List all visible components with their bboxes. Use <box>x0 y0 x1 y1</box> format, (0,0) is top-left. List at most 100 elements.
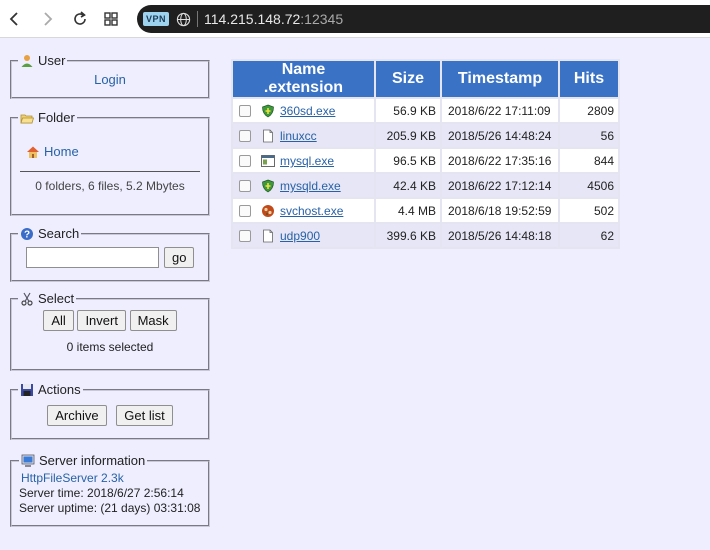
actions-legend-text: Actions <box>38 382 81 397</box>
row-checkbox[interactable] <box>239 104 251 117</box>
shield-icon <box>261 179 275 193</box>
get-list-button[interactable]: Get list <box>116 405 173 426</box>
file-size-cell: 4.4 MB <box>376 199 440 222</box>
search-panel: ? Search go <box>10 226 210 282</box>
file-link[interactable]: 360sd.exe <box>280 104 335 118</box>
back-arrow-icon <box>9 12 18 26</box>
table-row: svchost.exe 4.4 MB 2018/6/18 19:52:59 502 <box>233 199 618 222</box>
computer-icon <box>21 454 35 467</box>
file-link[interactable]: linuxcc <box>280 129 317 143</box>
svg-text:?: ? <box>24 229 30 240</box>
search-panel-legend: ? Search <box>18 226 81 241</box>
file-name-cell: 360sd.exe <box>233 99 374 122</box>
select-panel-legend: Select <box>18 291 76 306</box>
server-software-link[interactable]: HttpFileServer 2.3k <box>21 471 124 485</box>
folder-summary: 0 folders, 6 files, 5.2 Mbytes <box>35 179 185 193</box>
file-name-cell: udp900 <box>233 224 374 247</box>
row-checkbox[interactable] <box>239 204 251 217</box>
tabs-grid-button[interactable] <box>99 7 123 31</box>
select-panel: Select All Invert Mask 0 items selected <box>10 291 210 371</box>
folder-open-icon <box>20 114 34 123</box>
file-icon <box>261 129 275 143</box>
file-hits-cell: 502 <box>560 199 618 222</box>
file-name-cell: svchost.exe <box>233 199 374 222</box>
url-port: :12345 <box>300 11 344 27</box>
url-host: 114.215.148.72 <box>204 11 301 27</box>
select-mask-button[interactable]: Mask <box>129 310 177 331</box>
scissors-icon <box>21 292 33 306</box>
file-hits-cell: 62 <box>560 224 618 247</box>
save-disk-icon <box>21 383 33 396</box>
vpn-badge[interactable]: VPN <box>143 12 170 26</box>
server-legend-text: Server information <box>39 453 146 468</box>
server-time: Server time: 2018/6/27 2:56:14 <box>19 486 184 500</box>
actions-panel-legend: Actions <box>18 382 83 397</box>
search-input[interactable] <box>26 247 159 268</box>
table-row: linuxcc 205.9 KB 2018/5/26 14:48:24 56 <box>233 124 618 147</box>
user-panel-legend: User <box>18 53 67 68</box>
file-hits-cell: 56 <box>560 124 618 147</box>
address-separator <box>197 11 199 27</box>
selection-status: 0 items selected <box>66 340 154 354</box>
file-table: Name .extension Size Timestamp Hits 360s… <box>231 59 620 249</box>
file-hits-cell: 844 <box>560 149 618 172</box>
row-checkbox[interactable] <box>239 229 251 242</box>
file-hits-cell: 4506 <box>560 174 618 197</box>
file-timestamp-cell: 2018/6/22 17:35:16 <box>442 149 558 172</box>
globe-icon[interactable] <box>176 12 191 27</box>
user-panel: User Login <box>10 53 210 99</box>
search-go-button[interactable]: go <box>164 247 195 268</box>
table-row: mysql.exe 96.5 KB 2018/6/22 17:35:16 844 <box>233 149 618 172</box>
file-size-cell: 96.5 KB <box>376 149 440 172</box>
file-size-cell: 42.4 KB <box>376 174 440 197</box>
folder-divider <box>20 171 200 172</box>
file-timestamp-cell: 2018/6/22 17:11:09 <box>442 99 558 122</box>
row-checkbox[interactable] <box>239 179 251 192</box>
row-checkbox[interactable] <box>239 129 251 142</box>
table-row: 360sd.exe 56.9 KB 2018/6/22 17:11:09 2809 <box>233 99 618 122</box>
select-all-button[interactable]: All <box>43 310 74 331</box>
bug-icon <box>261 204 275 218</box>
window-icon <box>261 154 275 168</box>
home-link[interactable]: Home <box>44 144 79 159</box>
column-header-timestamp[interactable]: Timestamp <box>442 61 558 97</box>
file-name-cell: mysqld.exe <box>233 174 374 197</box>
row-checkbox[interactable] <box>239 154 251 167</box>
column-header-name[interactable]: Name .extension <box>233 61 374 97</box>
forward-button[interactable] <box>35 7 59 31</box>
select-invert-button[interactable]: Invert <box>77 310 126 331</box>
folder-panel: Folder Home 0 folders, 6 files, 5.2 Mbyt… <box>10 110 210 216</box>
file-icon <box>261 229 275 243</box>
file-hits-cell: 2809 <box>560 99 618 122</box>
column-header-size[interactable]: Size <box>376 61 440 97</box>
file-size-cell: 205.9 KB <box>376 124 440 147</box>
reload-button[interactable] <box>68 7 92 31</box>
file-rows: 360sd.exe 56.9 KB 2018/6/22 17:11:09 2809 li… <box>233 99 618 247</box>
url-text[interactable]: 114.215.148.72:12345 <box>204 11 343 27</box>
user-legend-text: User <box>38 53 66 68</box>
shield-icon <box>261 104 275 118</box>
file-timestamp-cell: 2018/6/18 19:52:59 <box>442 199 558 222</box>
select-legend-text: Select <box>38 291 75 306</box>
file-link[interactable]: mysql.exe <box>280 154 334 168</box>
file-link[interactable]: udp900 <box>280 229 320 243</box>
grid-icon <box>104 12 118 26</box>
file-link[interactable]: svchost.exe <box>280 204 343 218</box>
file-link[interactable]: mysqld.exe <box>280 179 341 193</box>
folder-panel-legend: Folder <box>18 110 77 125</box>
server-info-panel: Server information HttpFileServer 2.3k S… <box>10 453 210 527</box>
user-icon <box>21 54 33 67</box>
login-link[interactable]: Login <box>94 72 126 87</box>
actions-panel: Actions Archive Get list <box>10 382 210 440</box>
file-name-cell: mysql.exe <box>233 149 374 172</box>
forward-arrow-icon <box>44 12 53 26</box>
folder-legend-text: Folder <box>38 110 75 125</box>
home-icon <box>27 146 39 158</box>
back-button[interactable] <box>3 7 27 31</box>
file-timestamp-cell: 2018/5/26 14:48:24 <box>442 124 558 147</box>
column-header-hits[interactable]: Hits <box>560 61 618 97</box>
address-bar[interactable]: VPN 114.215.148.72:12345 <box>137 5 710 33</box>
help-icon: ? <box>21 227 33 240</box>
search-legend-text: Search <box>38 226 80 241</box>
archive-button[interactable]: Archive <box>47 405 107 426</box>
